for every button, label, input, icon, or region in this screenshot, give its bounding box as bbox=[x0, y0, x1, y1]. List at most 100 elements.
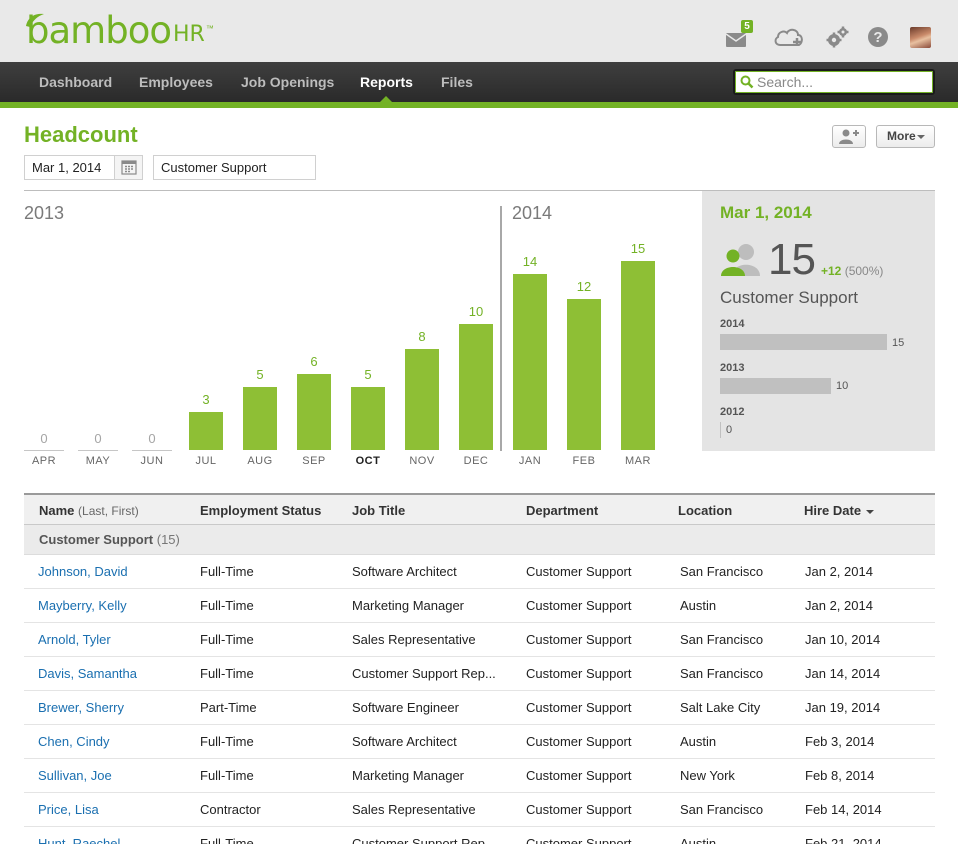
user-avatar[interactable] bbox=[910, 27, 931, 48]
group-count: (15) bbox=[156, 532, 180, 547]
employee-name-link[interactable]: Chen, Cindy bbox=[38, 725, 110, 759]
cell-title: Customer Support Rep... bbox=[352, 666, 496, 681]
more-button[interactable]: More bbox=[876, 125, 935, 148]
cell-location: Austin bbox=[680, 836, 717, 844]
cell-hire-date: Feb 3, 2014 bbox=[805, 734, 875, 749]
col-location[interactable]: Location bbox=[678, 495, 732, 527]
x-tick-apr: APR bbox=[31, 455, 57, 467]
leaf-icon bbox=[26, 13, 44, 27]
bar-value-feb: 12 bbox=[576, 279, 592, 294]
bar-sep[interactable] bbox=[297, 374, 331, 450]
cell-location: New York bbox=[680, 768, 735, 783]
cell-department: Customer Support bbox=[526, 734, 632, 749]
col-employment-status[interactable]: Employment Status bbox=[200, 495, 321, 527]
x-tick-jun: JUN bbox=[140, 455, 164, 467]
x-tick-oct: OCT bbox=[355, 455, 381, 467]
nav-employees[interactable]: Employees bbox=[139, 62, 213, 102]
gears-icon bbox=[826, 26, 849, 48]
add-employee-button[interactable] bbox=[832, 125, 866, 148]
bar-dec[interactable] bbox=[459, 324, 493, 450]
bar-value-may: 0 bbox=[94, 431, 102, 446]
bar-mar[interactable] bbox=[621, 261, 655, 450]
nav-files[interactable]: Files bbox=[441, 62, 473, 102]
year-label-2013: 2013 bbox=[24, 203, 65, 223]
cell-department: Customer Support bbox=[526, 802, 632, 817]
search-box[interactable] bbox=[733, 69, 935, 95]
cell-status: Part-Time bbox=[200, 700, 257, 715]
cell-department: Customer Support bbox=[526, 598, 632, 613]
employee-table: Name (Last, First) Employment Status Job… bbox=[24, 493, 935, 844]
table-body: Johnson, David Full-Time Software Architec… bbox=[24, 555, 935, 844]
col-department[interactable]: Department bbox=[526, 495, 598, 527]
bar-aug[interactable] bbox=[243, 387, 277, 450]
cell-department: Customer Support bbox=[526, 700, 632, 715]
bar-nov[interactable] bbox=[405, 349, 439, 450]
department-field[interactable]: Customer Support bbox=[153, 155, 316, 180]
summary-change-percent: (500%) bbox=[844, 264, 884, 278]
bar-may bbox=[78, 450, 118, 451]
cell-hire-date: Jan 10, 2014 bbox=[805, 632, 881, 647]
bar-feb[interactable] bbox=[567, 299, 601, 450]
summary-change: +12 (500%) bbox=[821, 264, 883, 278]
calendar-button[interactable] bbox=[114, 156, 142, 179]
bar-value-aug: 5 bbox=[256, 367, 264, 382]
search-input[interactable] bbox=[757, 73, 929, 91]
inbox-button[interactable]: 5 bbox=[725, 20, 753, 53]
cell-hire-date: Jan 2, 2014 bbox=[805, 564, 873, 579]
table-row[interactable]: Sullivan, Joe Full-Time Marketing Manager C… bbox=[24, 759, 935, 793]
help-button[interactable]: ? bbox=[867, 26, 889, 53]
cell-department: Customer Support bbox=[526, 836, 632, 844]
cloud-upload-button[interactable] bbox=[773, 26, 805, 53]
history-year-2012: 2012 bbox=[720, 406, 745, 418]
employee-name-link[interactable]: Johnson, David bbox=[38, 555, 128, 589]
bar-jun bbox=[132, 450, 172, 451]
group-label: Customer Support (15) bbox=[39, 525, 180, 555]
x-tick-jan: JAN bbox=[518, 455, 542, 467]
cell-status: Full-Time bbox=[200, 632, 254, 647]
date-field[interactable]: Mar 1, 2014 bbox=[24, 155, 143, 180]
table-row[interactable]: Davis, Samantha Full-Time Customer Support… bbox=[24, 657, 935, 691]
bar-jul[interactable] bbox=[189, 412, 223, 450]
bar-oct[interactable] bbox=[351, 387, 385, 450]
employee-name-link[interactable]: Davis, Samantha bbox=[38, 657, 137, 691]
table-row[interactable]: Johnson, David Full-Time Software Architec… bbox=[24, 555, 935, 589]
employee-name-link[interactable]: Arnold, Tyler bbox=[38, 623, 111, 657]
col-hire-date[interactable]: Hire Date bbox=[804, 495, 875, 527]
logo-wordmark: bamboo bbox=[26, 9, 172, 52]
settings-button[interactable] bbox=[825, 26, 849, 53]
table-row[interactable]: Brewer, Sherry Part-Time Software Engineer… bbox=[24, 691, 935, 725]
employee-name-link[interactable]: Mayberry, Kelly bbox=[38, 589, 127, 623]
table-row[interactable]: Arnold, Tyler Full-Time Sales Representati… bbox=[24, 623, 935, 657]
year-divider bbox=[500, 206, 502, 451]
cell-status: Full-Time bbox=[200, 564, 254, 579]
calendar-icon bbox=[121, 160, 137, 175]
group-row: Customer Support (15) bbox=[24, 525, 935, 555]
active-nav-indicator bbox=[380, 96, 392, 102]
cell-department: Customer Support bbox=[526, 666, 632, 681]
summary-headcount: 15 bbox=[768, 235, 816, 284]
cell-hire-date: Feb 21, 2014 bbox=[805, 836, 882, 844]
nav-dashboard[interactable]: Dashboard bbox=[39, 62, 112, 102]
cell-status: Full-Time bbox=[200, 598, 254, 613]
employee-name-link[interactable]: Hunt, Raechel bbox=[38, 827, 120, 844]
history-year-2013: 2013 bbox=[720, 362, 745, 374]
employee-name-link[interactable]: Sullivan, Joe bbox=[38, 759, 112, 793]
sort-desc-icon bbox=[866, 509, 875, 514]
chevron-down-icon bbox=[917, 135, 925, 139]
employee-name-link[interactable]: Price, Lisa bbox=[38, 793, 99, 827]
table-row[interactable]: Chen, Cindy Full-Time Software Architect Cu… bbox=[24, 725, 935, 759]
group-name: Customer Support bbox=[39, 532, 154, 547]
summary-date: Mar 1, 2014 bbox=[720, 203, 812, 222]
employee-name-link[interactable]: Brewer, Sherry bbox=[38, 691, 124, 725]
bar-jan[interactable] bbox=[513, 274, 547, 450]
bamboohr-logo[interactable]: bamboo HR ™ bbox=[26, 9, 214, 52]
table-row[interactable]: Hunt, Raechel Full-Time Customer Support R… bbox=[24, 827, 935, 844]
nav-job-openings[interactable]: Job Openings bbox=[241, 62, 334, 102]
col-name[interactable]: Name (Last, First) bbox=[39, 495, 139, 527]
table-row[interactable]: Price, Lisa Contractor Sales Representativ… bbox=[24, 793, 935, 827]
bar-value-apr: 0 bbox=[40, 431, 48, 446]
cell-status: Full-Time bbox=[200, 768, 254, 783]
col-job-title[interactable]: Job Title bbox=[352, 495, 405, 527]
table-row[interactable]: Mayberry, Kelly Full-Time Marketing Manage… bbox=[24, 589, 935, 623]
cell-status: Full-Time bbox=[200, 666, 254, 681]
